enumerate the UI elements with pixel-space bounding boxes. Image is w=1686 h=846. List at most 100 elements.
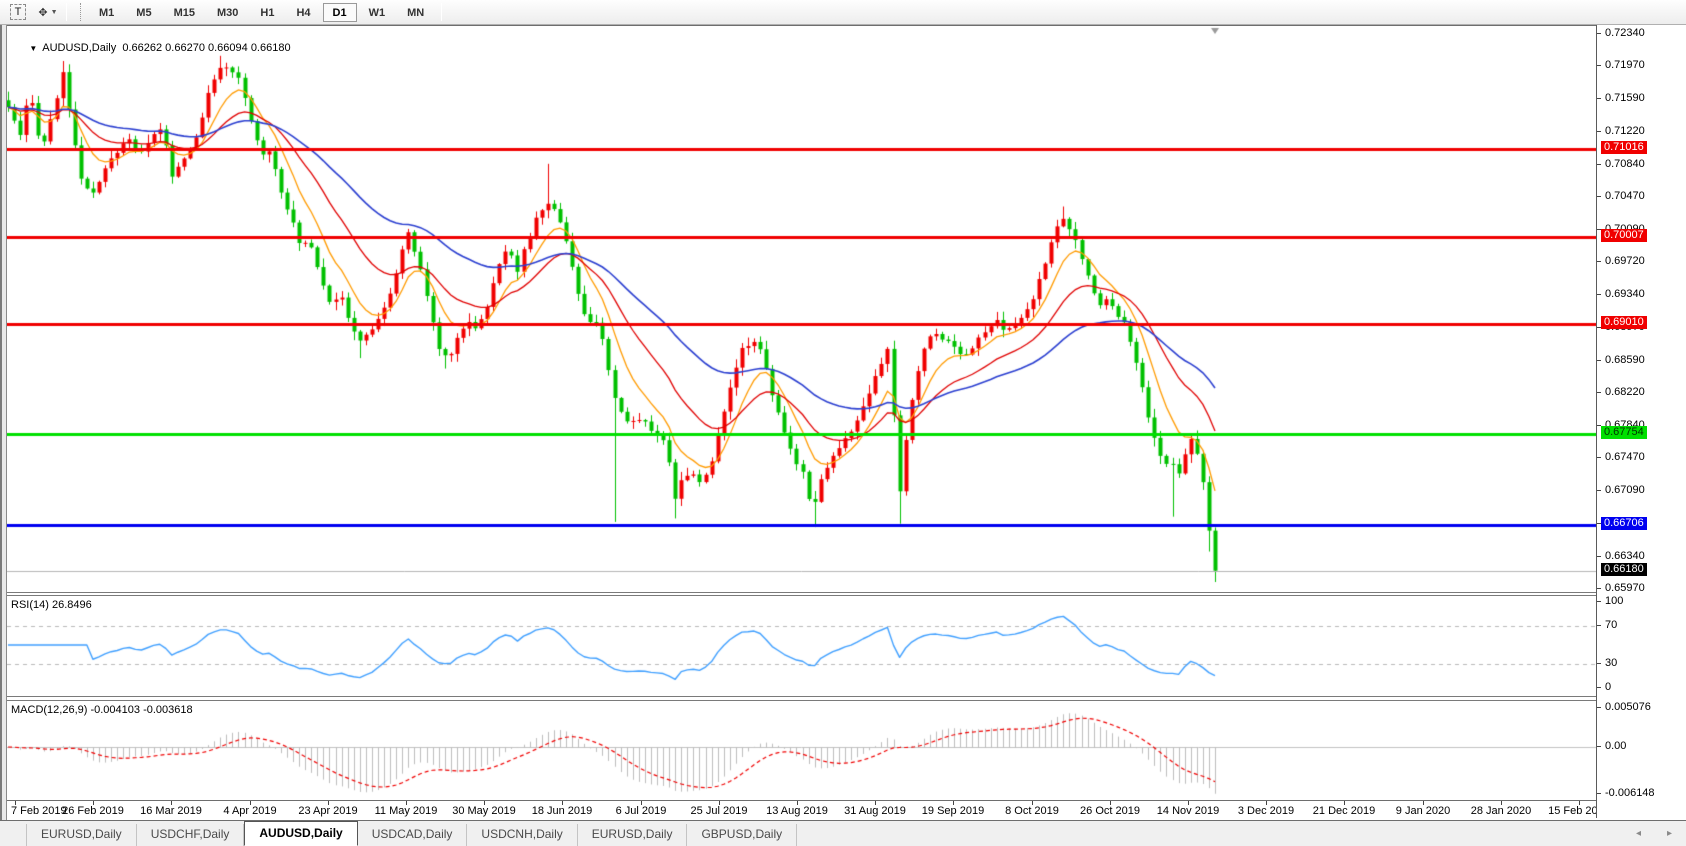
tab-gbpusd-daily[interactable]: GBPUSD,Daily <box>687 824 797 846</box>
price-chart-panel: ▼ AUDUSD,Daily 0.66262 0.66270 0.66094 0.… <box>7 25 1596 593</box>
price-axis-tick <box>1597 164 1601 165</box>
price-axis-tick <box>1597 196 1601 197</box>
chart-ohlc-readout: 0.66262 0.66270 0.66094 0.66180 <box>122 42 290 54</box>
window-left-border <box>0 25 7 820</box>
pointer-tool-button[interactable]: ✥ ▼ <box>36 2 60 22</box>
rsi-axis-tick <box>1597 687 1601 688</box>
date-axis-label: 21 Dec 2019 <box>1313 805 1375 817</box>
price-axis-label: 0.68220 <box>1605 386 1645 398</box>
timeframe-button-m30[interactable]: M30 <box>207 3 248 22</box>
timeframe-button-h1[interactable]: H1 <box>250 3 284 22</box>
price-axis-tick <box>1597 261 1601 262</box>
price-line-badge: 0.67754 <box>1601 426 1647 439</box>
macd-axis-tick <box>1597 746 1601 747</box>
price-axis-label: 0.67470 <box>1605 451 1645 463</box>
price-axis-label: 0.71220 <box>1605 125 1645 137</box>
timeframe-button-d1[interactable]: D1 <box>323 3 357 22</box>
date-axis-label: 13 Aug 2019 <box>766 805 828 817</box>
rsi-indicator-panel: RSI(14) 26.8496 <box>7 595 1596 697</box>
timeframe-button-w1[interactable]: W1 <box>359 3 396 22</box>
timeframe-button-m1[interactable]: M1 <box>89 3 124 22</box>
price-axis-tick <box>1597 33 1601 34</box>
macd-indicator-canvas[interactable] <box>7 701 1596 800</box>
date-axis-label: 26 Oct 2019 <box>1080 805 1140 817</box>
price-axis-label: 0.65970 <box>1605 582 1645 594</box>
timeframe-button-h4[interactable]: H4 <box>286 3 320 22</box>
rsi-axis-label: 70 <box>1605 619 1617 631</box>
trading-platform-window: T ✥ ▼ M1M5M15M30H1H4D1W1MN ▼ AUDUSD,Daily… <box>0 0 1686 846</box>
rsi-axis-tick <box>1597 601 1601 602</box>
price-axis-label: 0.69720 <box>1605 255 1645 267</box>
collapse-caret-icon[interactable]: ▼ <box>29 44 37 53</box>
tab-usdcnh-daily[interactable]: USDCNH,Daily <box>467 824 577 846</box>
price-axis-label: 0.67090 <box>1605 484 1645 496</box>
date-axis-label: 14 Nov 2019 <box>1157 805 1219 817</box>
pointer-tool-icon: ✥ <box>38 6 47 19</box>
tabs-scroll-right-button[interactable]: ▸ <box>1667 828 1672 840</box>
tab-usdcad-daily[interactable]: USDCAD,Daily <box>358 824 468 846</box>
price-axis-tick <box>1597 98 1601 99</box>
rsi-indicator-canvas[interactable] <box>7 596 1596 696</box>
text-tool-icon: T <box>10 4 27 20</box>
date-axis-label: 7 Feb 2019 <box>11 805 67 817</box>
tabs-scroll-left-button[interactable]: ◂ <box>1636 828 1641 840</box>
date-axis-label: 23 Apr 2019 <box>298 805 357 817</box>
date-axis-label: 31 Aug 2019 <box>844 805 906 817</box>
price-line-badge: 0.70007 <box>1601 229 1647 242</box>
text-tool-button[interactable]: T <box>6 2 30 22</box>
timeframe-button-m15[interactable]: M15 <box>164 3 205 22</box>
tab-eurusd-daily[interactable]: EURUSD,Daily <box>26 824 137 846</box>
date-axis-label: 16 Mar 2019 <box>140 805 202 817</box>
price-axis-label: 0.71590 <box>1605 92 1645 104</box>
price-axis-label: 0.68590 <box>1605 354 1645 366</box>
price-axis-tick <box>1597 588 1601 589</box>
date-axis-label: 3 Dec 2019 <box>1238 805 1294 817</box>
macd-indicator-label: MACD(12,26,9) -0.004103 -0.003618 <box>11 704 193 716</box>
date-axis-label: 8 Oct 2019 <box>1005 805 1059 817</box>
toolbar: T ✥ ▼ M1M5M15M30H1H4D1W1MN <box>0 0 1686 25</box>
price-axis-label: 0.69340 <box>1605 288 1645 300</box>
macd-axis-tick <box>1597 707 1601 708</box>
date-axis-label: 25 Jul 2019 <box>691 805 748 817</box>
toolbar-separator <box>441 3 442 21</box>
macd-axis-label: -0.006148 <box>1605 787 1655 799</box>
tabs-scroll-arrows: ◂ ▸ <box>1636 828 1672 840</box>
tab-eurusd-daily[interactable]: EURUSD,Daily <box>578 824 688 846</box>
tab-audusd-daily[interactable]: AUDUSD,Daily <box>244 821 357 846</box>
date-axis: 7 Feb 201926 Feb 201916 Mar 20194 Apr 20… <box>7 800 1596 818</box>
price-chart-canvas[interactable] <box>7 26 1596 592</box>
price-axis-label: 0.66340 <box>1605 550 1645 562</box>
toolbar-separator <box>66 3 67 21</box>
price-axis: 0.72340 0.71970 0.71590 0.71220 0.70840 0.704… <box>1596 25 1686 818</box>
date-axis-label: 18 Jun 2019 <box>532 805 593 817</box>
price-axis-label: 0.70470 <box>1605 190 1645 202</box>
date-axis-label: 4 Apr 2019 <box>223 805 276 817</box>
price-axis-label: 0.70840 <box>1605 158 1645 170</box>
chart-tabs-bar: EURUSD,DailyUSDCHF,DailyAUDUSD,DailyUSDC… <box>0 820 1686 846</box>
timeframe-button-m5[interactable]: M5 <box>126 3 161 22</box>
price-line-badge: 0.69010 <box>1601 316 1647 329</box>
timeframe-button-mn[interactable]: MN <box>397 3 434 22</box>
price-line-badge: 0.66706 <box>1601 517 1647 530</box>
date-axis-label: 28 Jan 2020 <box>1471 805 1532 817</box>
price-axis-label: 0.72340 <box>1605 27 1645 39</box>
rsi-axis-label: 100 <box>1605 595 1623 607</box>
rsi-indicator-label: RSI(14) 26.8496 <box>11 599 92 611</box>
rsi-axis-tick <box>1597 663 1601 664</box>
price-axis-tick <box>1597 360 1601 361</box>
rsi-axis-tick <box>1597 625 1601 626</box>
price-axis-label: 0.71970 <box>1605 59 1645 71</box>
chart-symbol-label: AUDUSD,Daily <box>42 42 116 54</box>
chart-title: ▼ AUDUSD,Daily 0.66262 0.66270 0.66094 0.… <box>11 30 291 66</box>
tab-usdchf-daily[interactable]: USDCHF,Daily <box>137 824 245 846</box>
price-axis-tick <box>1597 131 1601 132</box>
price-axis-tick <box>1597 294 1601 295</box>
date-axis-label: 19 Sep 2019 <box>922 805 984 817</box>
date-axis-label: 9 Jan 2020 <box>1396 805 1450 817</box>
macd-axis-tick <box>1597 793 1601 794</box>
price-axis-tick <box>1597 556 1601 557</box>
current-price-badge: 0.66180 <box>1601 563 1647 576</box>
chevron-down-icon: ▼ <box>51 9 58 16</box>
price-axis-tick <box>1597 490 1601 491</box>
date-axis-label: 30 May 2019 <box>452 805 516 817</box>
